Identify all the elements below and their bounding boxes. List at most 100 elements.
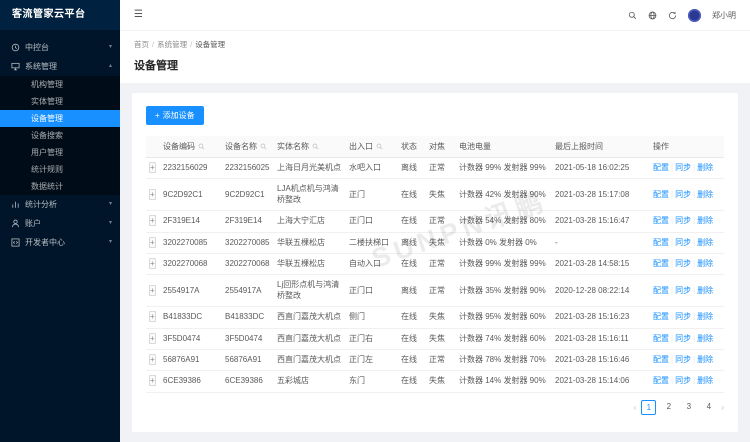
sidebar-item-1[interactable]: 系统管理 ▴	[0, 57, 120, 76]
sidebar-item-4[interactable]: 开发者中心 ▾	[0, 233, 120, 252]
user-icon	[11, 219, 20, 228]
action-config-link[interactable]: 配置	[653, 355, 669, 364]
action-sync-link[interactable]: 同步	[675, 286, 691, 295]
action-config-link[interactable]: 配置	[653, 376, 669, 385]
breadcrumb-item-1[interactable]: 系统管理	[157, 40, 187, 49]
search-icon[interactable]	[312, 143, 319, 150]
table-row-2: +2F319E14 2F319E14 上海大宁汇店 正门口 在线 正常 计数器 54% 发射…	[146, 210, 724, 233]
action-separator: |	[693, 376, 696, 386]
action-sync-link[interactable]: 同步	[675, 190, 691, 199]
cell-focus: 正常	[426, 349, 456, 372]
action-delete-link[interactable]: 删除	[697, 163, 713, 172]
action-sync-link[interactable]: 同步	[675, 376, 691, 385]
cell-status: 离线	[398, 274, 426, 308]
action-config-link[interactable]: 配置	[653, 216, 669, 225]
pagination-page-3[interactable]: 3	[681, 400, 696, 415]
row-expand-icon[interactable]: +	[149, 284, 156, 296]
user-avatar[interactable]	[688, 8, 701, 22]
row-expand-icon[interactable]: +	[149, 188, 156, 200]
cell-door: 水吧入口	[346, 157, 398, 180]
chevron-down-icon: ▾	[108, 220, 112, 226]
action-delete-link[interactable]: 删除	[697, 259, 713, 268]
search-icon[interactable]	[198, 143, 205, 150]
action-sync-link[interactable]: 同步	[675, 355, 691, 364]
row-expand-icon[interactable]: +	[149, 353, 156, 365]
action-separator: |	[671, 216, 674, 226]
row-expand-icon[interactable]: +	[149, 311, 156, 323]
breadcrumb-item-0[interactable]: 首页	[134, 40, 149, 49]
search-icon[interactable]	[628, 11, 637, 20]
row-expand-icon[interactable]: +	[149, 375, 156, 387]
row-expand-icon[interactable]: +	[149, 257, 156, 269]
cell-device-code: 9C2D92C1	[160, 178, 222, 212]
cell-door: 正门口	[346, 210, 398, 233]
action-config-link[interactable]: 配置	[653, 163, 669, 172]
sidebar-subitem-6[interactable]: 数据统计	[0, 178, 120, 195]
action-config-link[interactable]: 配置	[653, 259, 669, 268]
column-label: 设备名称	[225, 142, 257, 151]
action-sync-link[interactable]: 同步	[675, 312, 691, 321]
search-icon[interactable]	[376, 143, 383, 150]
action-config-link[interactable]: 配置	[653, 334, 669, 343]
action-separator: |	[671, 237, 674, 247]
cell-actions: 配置 | 同步 | 删除	[650, 370, 724, 393]
sidebar-subitem-0[interactable]: 机构管理	[0, 76, 120, 93]
sidebar-item-0[interactable]: 中控台 ▾	[0, 38, 120, 57]
refresh-icon[interactable]	[668, 11, 677, 20]
sidebar-subitem-2[interactable]: 设备管理	[0, 110, 120, 127]
user-name[interactable]: 郑小明	[712, 10, 736, 21]
row-expand-icon[interactable]: +	[149, 332, 156, 344]
row-expand-icon[interactable]: +	[149, 215, 156, 227]
system-icon	[11, 62, 20, 71]
sidebar-item-2[interactable]: 统计分析 ▾	[0, 195, 120, 214]
action-delete-link[interactable]: 删除	[697, 190, 713, 199]
action-sync-link[interactable]: 同步	[675, 334, 691, 343]
action-sync-link[interactable]: 同步	[675, 216, 691, 225]
action-delete-link[interactable]: 删除	[697, 355, 713, 364]
page-header: 首页 / 系统管理 / 设备管理 设备管理	[120, 31, 750, 83]
device-card: + 添加设备 设备编码 设备名称 实体名称 出入口 状态 对焦 电池电量 最后上报时间 操作 +2…	[132, 93, 738, 432]
action-separator: |	[671, 312, 674, 322]
action-delete-link[interactable]: 删除	[697, 216, 713, 225]
sidebar-subitem-3[interactable]: 设备搜索	[0, 127, 120, 144]
cell-report-time: 2021-03-28 15:16:47	[552, 210, 650, 233]
menu-collapse-icon[interactable]: ☰	[134, 10, 143, 20]
globe-icon[interactable]	[648, 11, 657, 20]
pagination-next-icon[interactable]: ›	[721, 403, 724, 412]
add-device-button[interactable]: + 添加设备	[146, 106, 204, 125]
cell-focus: 正常	[426, 274, 456, 308]
pagination-page-4[interactable]: 4	[701, 400, 716, 415]
cell-door: 正门口	[346, 274, 398, 308]
cell-device-code: 2232156029	[160, 157, 222, 180]
pagination-page-1[interactable]: 1	[641, 399, 657, 415]
pagination-page-2[interactable]: 2	[661, 400, 676, 415]
action-config-link[interactable]: 配置	[653, 312, 669, 321]
sidebar-subitem-4[interactable]: 用户管理	[0, 144, 120, 161]
pagination-prev-icon[interactable]: ‹	[634, 403, 637, 412]
row-expand-icon[interactable]: +	[149, 162, 156, 173]
action-config-link[interactable]: 配置	[653, 190, 669, 199]
action-config-link[interactable]: 配置	[653, 286, 669, 295]
action-delete-link[interactable]: 删除	[697, 238, 713, 247]
action-delete-link[interactable]: 删除	[697, 286, 713, 295]
action-delete-link[interactable]: 删除	[697, 334, 713, 343]
cell-device-name: 2554917A	[222, 274, 274, 308]
cell-entity-name: 上海大宁汇店	[274, 210, 346, 233]
cell-entity-name: LJA机点机与鸿清桥整改	[274, 178, 346, 212]
column-label: 实体名称	[277, 142, 309, 151]
action-sync-link[interactable]: 同步	[675, 259, 691, 268]
search-icon[interactable]	[260, 143, 267, 150]
cell-device-code: 6CE39386	[160, 370, 222, 393]
action-config-link[interactable]: 配置	[653, 238, 669, 247]
sidebar-subitem-1[interactable]: 实体管理	[0, 93, 120, 110]
action-sync-link[interactable]: 同步	[675, 238, 691, 247]
action-sync-link[interactable]: 同步	[675, 163, 691, 172]
cell-focus: 失焦	[426, 178, 456, 212]
sidebar-subitem-5[interactable]: 统计规则	[0, 161, 120, 178]
row-expand-icon[interactable]: +	[149, 236, 156, 248]
action-delete-link[interactable]: 删除	[697, 312, 713, 321]
action-delete-link[interactable]: 删除	[697, 376, 713, 385]
cell-focus: 正常	[426, 253, 456, 276]
cell-entity-name: 西直门嘉茂大机点	[274, 349, 346, 372]
sidebar-item-3[interactable]: 账户 ▾	[0, 214, 120, 233]
